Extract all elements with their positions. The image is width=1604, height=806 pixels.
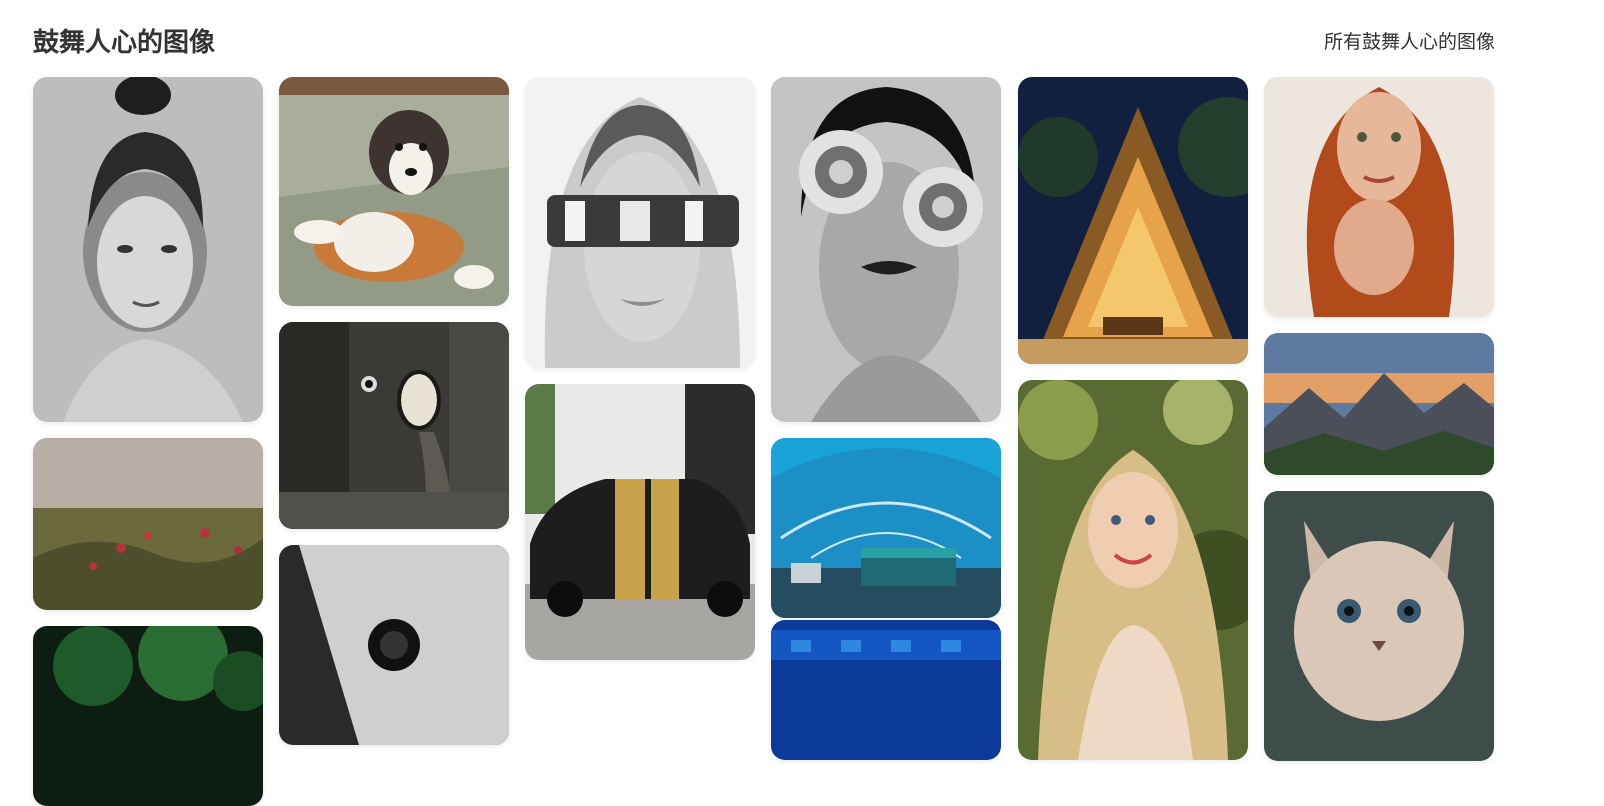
blonde-woman-image [1018, 380, 1248, 760]
image-card-woman-updo[interactable] [33, 77, 263, 422]
image-card-puppy[interactable] [279, 77, 509, 306]
kitten-image [1264, 491, 1494, 761]
image-card-kitten[interactable] [1264, 491, 1494, 761]
image-card-underwater-restaurant[interactable] [771, 620, 1001, 760]
puppy-image [279, 77, 509, 306]
image-card-soda-can-woman[interactable] [771, 77, 1001, 422]
image-card-mountain-sunset[interactable] [1264, 333, 1494, 475]
poppy-field-image [33, 438, 263, 610]
night-garden-image [33, 626, 263, 806]
section-header: 鼓舞人心的图像 所有鼓舞人心的图像 [33, 18, 1495, 62]
image-card-thatched-hut[interactable] [1018, 77, 1248, 364]
image-card-night-garden[interactable] [33, 626, 263, 806]
mountain-sunset-image [1264, 333, 1494, 475]
camera-lens-image [279, 545, 509, 745]
underwater-hotel-image [771, 438, 1001, 618]
image-card-underwater-hotel[interactable] [771, 438, 1001, 618]
visor-woman-image [525, 77, 755, 368]
image-card-redhead[interactable] [1264, 77, 1494, 317]
muscle-car-image [525, 384, 755, 660]
section-title: 鼓舞人心的图像 [33, 27, 216, 58]
all-images-link[interactable]: 所有鼓舞人心的图像 [1324, 27, 1495, 54]
thatched-hut-image [1018, 77, 1248, 364]
image-card-visor-woman[interactable] [525, 77, 755, 368]
image-card-blonde-woman[interactable] [1018, 380, 1248, 760]
image-card-camera-lens[interactable] [279, 545, 509, 745]
redhead-image [1264, 77, 1494, 317]
underwater-restaurant-image [771, 620, 1001, 760]
woman-portrait-bw-image [33, 77, 263, 422]
image-masonry-grid [33, 77, 1495, 806]
forest-mirror-image [279, 322, 509, 529]
soda-can-woman-image [771, 77, 1001, 422]
image-card-muscle-car[interactable] [525, 384, 755, 660]
image-card-poppy-field[interactable] [33, 438, 263, 610]
image-card-forest-mirror[interactable] [279, 322, 509, 529]
